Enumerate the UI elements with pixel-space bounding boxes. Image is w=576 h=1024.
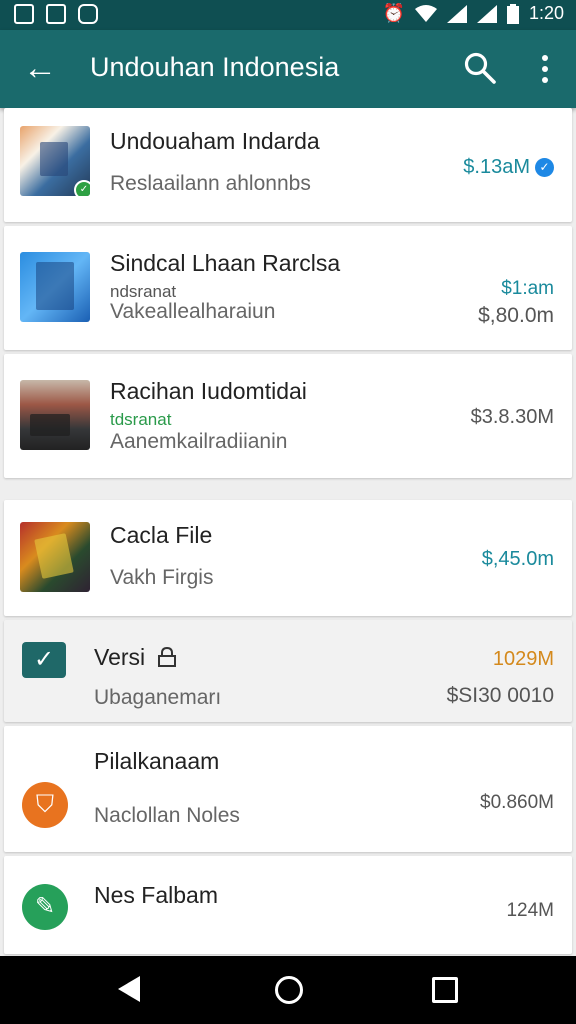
list-item-selected[interactable]: ✓ Versi Ubaganemarı 1029M $SI30 0010 [4,620,572,722]
nav-recents-icon[interactable] [432,977,458,1003]
item-title-label: Versi [94,644,146,670]
alarm-icon: ⏰ [382,3,405,23]
item-size: 124M [506,900,554,921]
item-title: Undouaham Indarda [110,128,320,154]
app-thumbnail [20,252,90,322]
app-thumbnail [20,522,90,592]
app-thumbnail: ✓ [20,126,90,196]
status-bar: ⏰ 1:20 [0,0,576,30]
item-progress: $SI30 0010 [446,684,554,707]
item-subtitle: Naclollan Noles [94,804,240,827]
check-badge-icon: ✓ [74,180,90,196]
item-size: $0.860M [480,792,554,813]
list-item[interactable]: Racihan Iudomtidai tdsranat Aanemkailrad… [4,354,572,478]
item-subtitle: Ubaganemarı [94,686,222,709]
back-arrow-icon[interactable]: ← [22,48,58,88]
photo-notification-icon [46,4,66,24]
item-subtitle: Vakh Firgis [110,566,214,589]
item-title: Versi [94,644,176,671]
item-size: $3.8.30M [470,406,554,428]
lock-icon [157,646,176,667]
item-subtitle: Vakeallealharaiun [110,300,276,323]
navigation-bar [0,956,576,1024]
item-title: Cacla File [110,522,213,548]
list-item[interactable]: Cacla File Vakh Firgis $,45.0m [4,500,572,616]
clock: 1:20 [528,3,564,23]
page-title: Undouhan Indonesia [90,52,340,82]
app-bar: ← Undouhan Indonesia [0,30,576,108]
item-price: $.13aM ✓ [463,156,554,179]
item-title: Pilalkanaam [94,748,220,774]
item-tag: tdsranat [110,410,172,429]
item-price: $,45.0m [481,548,554,570]
nav-home-icon[interactable] [275,976,303,1004]
item-size: $,80.0m [478,304,554,327]
app-thumbnail [20,380,90,450]
item-tag: ndsranat [110,282,177,301]
shield-app-icon: ⛉ [22,782,68,828]
list-item[interactable]: ✎ Nes Falbam 124M [4,856,572,954]
list-item[interactable]: ⛉ Pilalkanaam Naclollan Noles $0.860M [4,726,572,852]
checkbox-checked[interactable]: ✓ [22,642,66,678]
wifi-icon [414,4,437,22]
more-options-icon[interactable] [532,51,558,87]
item-title: Sindcal Lhaan Rarclsa [110,250,341,276]
list-item[interactable]: Sindcal Lhaan Rarclsa ndsranat Vakeallea… [4,226,572,350]
signal-2-icon [476,4,497,23]
item-subtitle: Aanemkailradiianin [110,430,288,453]
item-title: Nes Falbam [94,882,218,908]
item-subtitle: Reslaailann ahlonnbs [110,172,311,195]
nav-back-icon[interactable] [118,976,140,1002]
verified-icon: ✓ [535,158,554,178]
item-price: $1:am [501,278,554,299]
app-notification-icon [78,4,98,24]
item-size: 1029M [492,648,554,670]
search-icon[interactable] [463,51,497,85]
battery-icon [506,3,519,24]
item-price-label: $.13aM [463,156,530,178]
list-item[interactable]: ✓ Undouaham Indarda Reslaailann ahlonnbs… [4,108,572,222]
signal-icon [446,4,467,23]
leaf-app-icon: ✎ [22,884,68,930]
item-title: Racihan Iudomtidai [110,378,307,404]
image-notification-icon [14,4,34,24]
